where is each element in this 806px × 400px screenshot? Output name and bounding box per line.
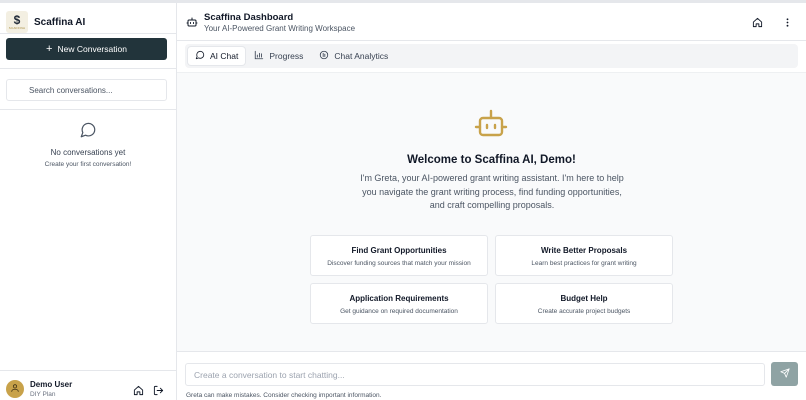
tab-bar: AI Chat Progress Chat Analytics bbox=[185, 44, 798, 68]
new-conversation-label: New Conversation bbox=[57, 44, 127, 54]
logout-icon[interactable] bbox=[152, 384, 164, 396]
suggestion-card[interactable]: Find Grant Opportunities Discover fundin… bbox=[310, 235, 488, 276]
suggestion-card[interactable]: Budget Help Create accurate project budg… bbox=[495, 283, 673, 324]
empty-title: No conversations yet bbox=[50, 148, 126, 157]
chat-input-area: Greta can make mistakes. Consider checki… bbox=[177, 351, 806, 400]
chat-bubble-icon bbox=[195, 50, 210, 62]
sidebar-divider bbox=[0, 370, 176, 371]
tab-label: AI Chat bbox=[210, 51, 239, 61]
card-description: Discover funding sources that match your… bbox=[327, 260, 471, 267]
plus-icon: + bbox=[46, 42, 53, 55]
sidebar-divider bbox=[0, 33, 176, 34]
chat-welcome-panel: Welcome to Scaffina AI, Demo! I'm Greta,… bbox=[177, 72, 806, 351]
header: Scaffina Dashboard Your AI-Powered Grant… bbox=[177, 3, 806, 41]
logo-symbol: $ bbox=[13, 13, 21, 27]
card-description: Get guidance on required documentation bbox=[340, 308, 458, 315]
brand-logo: $ SCAFFINA bbox=[6, 11, 28, 33]
card-title: Application Requirements bbox=[349, 294, 449, 303]
robot-icon bbox=[186, 15, 198, 33]
robot-icon bbox=[474, 108, 508, 145]
logo-caption: SCAFFINA bbox=[8, 26, 26, 30]
suggestion-card[interactable]: Application Requirements Get guidance on… bbox=[310, 283, 488, 324]
home-icon[interactable] bbox=[132, 384, 144, 396]
tab-label: Chat Analytics bbox=[334, 51, 389, 61]
card-description: Learn best practices for grant writing bbox=[531, 260, 637, 267]
page-title: Scaffina Dashboard bbox=[204, 12, 294, 23]
search-conversations-input[interactable]: Search conversations... bbox=[6, 79, 167, 101]
empty-conversations: No conversations yet Create your first c… bbox=[0, 121, 176, 168]
analytics-icon bbox=[319, 50, 334, 62]
intro-text: I'm Greta, your AI-powered grant writing… bbox=[360, 173, 624, 210]
chat-bubble-icon bbox=[79, 121, 97, 144]
tab-chat-analytics[interactable]: Chat Analytics bbox=[312, 47, 395, 65]
brand: $ SCAFFINA Scaffina AI bbox=[6, 11, 85, 33]
user-name: Demo User bbox=[30, 380, 73, 389]
suggestion-card[interactable]: Write Better Proposals Learn best practi… bbox=[495, 235, 673, 276]
card-title: Find Grant Opportunities bbox=[351, 246, 447, 255]
empty-subtitle: Create your first conversation! bbox=[44, 161, 132, 168]
new-conversation-button[interactable]: + New Conversation bbox=[6, 38, 167, 60]
card-title: Write Better Proposals bbox=[540, 246, 628, 255]
page-subtitle: Your AI-Powered Grant Writing Workspace bbox=[204, 24, 356, 33]
tab-ai-chat[interactable]: AI Chat bbox=[188, 47, 246, 65]
user-icon bbox=[10, 380, 20, 398]
disclaimer: Greta can make mistakes. Consider checki… bbox=[186, 392, 382, 399]
send-button[interactable] bbox=[771, 362, 798, 386]
more-vertical-icon[interactable] bbox=[781, 16, 793, 28]
avatar bbox=[6, 380, 24, 398]
bar-chart-icon bbox=[254, 50, 269, 62]
brand-name: Scaffina AI bbox=[34, 16, 86, 28]
send-icon bbox=[779, 365, 790, 383]
sidebar: $ SCAFFINA Scaffina AI + New Conversatio… bbox=[0, 3, 177, 400]
tab-label: Progress bbox=[269, 51, 304, 61]
search-placeholder: Search conversations... bbox=[29, 85, 113, 95]
user-plan: DIY Plan bbox=[30, 391, 56, 398]
user-profile[interactable]: Demo User DIY Plan bbox=[6, 380, 72, 398]
chat-message-input[interactable] bbox=[185, 363, 765, 386]
tab-progress[interactable]: Progress bbox=[247, 47, 310, 65]
sidebar-divider bbox=[0, 109, 176, 110]
home-icon[interactable] bbox=[751, 16, 763, 28]
card-description: Create accurate project budgets bbox=[537, 308, 631, 315]
card-title: Budget Help bbox=[560, 294, 608, 303]
sidebar-divider bbox=[0, 68, 176, 69]
welcome-title: Welcome to Scaffina AI, Demo! bbox=[407, 154, 576, 166]
